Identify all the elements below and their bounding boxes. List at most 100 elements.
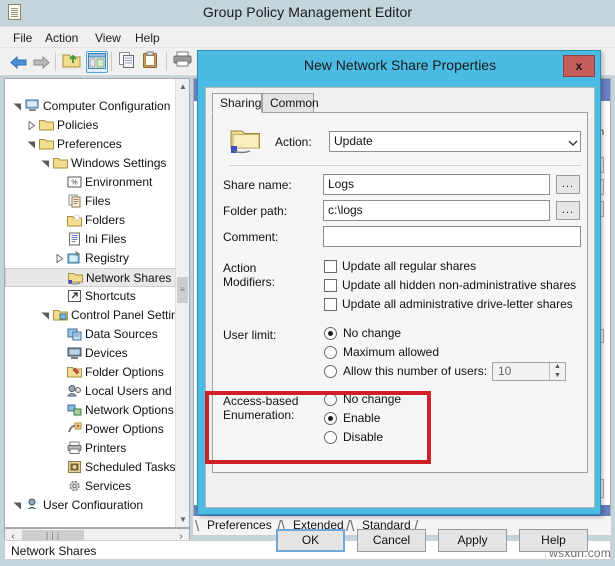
tree-item-services[interactable]: Services [5,477,177,496]
tab-preferences[interactable]: Preferences [207,518,272,532]
radio-abe-disable[interactable] [324,431,337,444]
copy-icon[interactable] [118,51,140,73]
back-arrow-icon[interactable] [10,56,26,68]
tree-item-local-users-and-groups[interactable]: Local Users and Groups [5,382,177,401]
toolbar-separator-1 [55,52,56,71]
tree-item-label: Folder Options [85,363,164,382]
apply-button[interactable]: Apply [438,529,507,552]
share-name-browse-button[interactable]: ... [556,175,580,194]
expander-right-icon[interactable] [55,254,64,263]
tree-item-preferences[interactable]: Preferences [5,135,177,154]
tree-vertical-scrollbar[interactable]: ▲ ≡ ▼ [175,79,189,527]
control-panel-icon [53,308,68,323]
tree-item-ini-files[interactable]: Ini Files [5,230,177,249]
print-icon[interactable] [173,51,195,73]
spinner-buttons[interactable]: ▲ ▼ [549,363,565,380]
tree-item-label: Policies [57,116,98,135]
toolbar-separator-2 [111,52,112,71]
scheduled-tasks-icon [67,460,82,475]
folder-path-browse-button[interactable]: ... [556,201,580,220]
tree-item-label: Ini Files [85,230,126,249]
navigation-tree[interactable]: Computer ConfigurationPoliciesPreference… [4,78,190,528]
tree-item-scheduled-tasks[interactable]: Scheduled Tasks [5,458,177,477]
tree-item-network-options[interactable]: Network Options [5,401,177,420]
share-name-input[interactable]: Logs [323,174,550,195]
window-title: Group Policy Management Editor [0,4,615,20]
menu-action[interactable]: Action [40,30,83,46]
radio-user-limit-no-change[interactable] [324,327,337,340]
up-folder-icon[interactable] [62,51,84,73]
shortcut-icon [67,289,82,304]
checkbox-update-hidden-shares[interactable] [324,279,337,292]
expander-down-icon[interactable] [13,102,22,111]
forward-arrow-icon[interactable] [32,56,48,68]
checkbox-update-regular-shares[interactable] [324,260,337,273]
cancel-button[interactable]: Cancel [357,529,426,552]
tree-item-power-options[interactable]: Power Options [5,420,177,439]
tree-item-devices[interactable]: Devices [5,344,177,363]
tree-item-environment[interactable]: %Environment [5,173,177,192]
expander-right-icon[interactable] [27,121,36,130]
user-limit-spinner[interactable]: 10 ▲ ▼ [492,362,566,381]
folder-path-input[interactable]: c:\logs [323,200,550,221]
printers-icon [67,441,82,456]
radio-abe-no-change[interactable] [324,393,337,406]
tree-item-network-shares[interactable]: Network Shares [5,268,177,287]
tree-item-files[interactable]: Files [5,192,177,211]
menu-view[interactable]: View [90,30,126,46]
tree-list: Computer ConfigurationPoliciesPreference… [5,97,177,509]
tree-item-label: Files [85,192,110,211]
action-label: Action: [275,135,312,149]
radio-abe-enable[interactable] [324,412,337,425]
computer-icon [25,99,40,114]
tree-item-policies[interactable]: Policies [5,116,177,135]
tree-item-windows-settings[interactable]: Windows Settings [5,154,177,173]
tree-item-registry[interactable]: Registry [5,249,177,268]
expander-down-icon[interactable] [27,140,36,149]
radio-user-limit-maximum[interactable] [324,346,337,359]
menu-file[interactable]: File [8,30,37,46]
expander-down-icon[interactable] [13,501,22,509]
spinner-down-icon[interactable]: ▼ [550,372,565,380]
tree-item-data-sources[interactable]: Data Sources [5,325,177,344]
tree-item-folder-options[interactable]: Folder Options [5,363,177,382]
checkbox-update-admin-shares[interactable] [324,298,337,311]
tree-item-control-panel-settings[interactable]: Control Panel Settings [5,306,177,325]
close-icon[interactable]: x [563,55,595,77]
tree-item-user-configuration[interactable]: User Configuration [5,496,177,509]
toolbar-separator-3 [166,52,167,71]
scroll-down-arrow[interactable]: ▼ [176,512,190,527]
folder-icon [53,156,68,171]
tree-item-label: User Configuration [43,496,143,509]
expander-down-icon[interactable] [41,159,50,168]
scroll-thumb[interactable]: ≡ [177,277,188,303]
tree-item-printers[interactable]: Printers [5,439,177,458]
registry-icon [67,251,82,266]
services-icon [67,479,82,494]
tree-item-shortcuts[interactable]: Shortcuts [5,287,177,306]
action-select[interactable]: Update [329,131,581,152]
radio-abe-enable-label: Enable [343,411,380,425]
spinner-up-icon[interactable]: ▲ [550,363,565,371]
devices-icon [67,346,82,361]
radio-user-limit-allow-number-label: Allow this number of users: [343,364,487,378]
tree-item-folders[interactable]: Folders [5,211,177,230]
user-limit-label: User limit: [223,328,276,342]
radio-user-limit-allow-number[interactable] [324,365,337,378]
sharing-tab-panel: Action: Update Share name: Logs ... Fold… [212,112,588,473]
folder-icon [39,137,54,152]
chevron-down-icon[interactable] [568,138,577,144]
ok-button[interactable]: OK [276,529,345,552]
tree-item-computer-configuration[interactable]: Computer Configuration [5,97,177,116]
scroll-up-arrow[interactable]: ▲ [176,79,190,94]
tab-sharing[interactable]: Sharing [212,93,262,113]
comment-input[interactable] [323,226,581,247]
paste-icon[interactable] [142,51,164,73]
tree-item-label: Folders [85,211,125,230]
help-button[interactable]: Help [519,529,588,552]
tree-item-label: Services [85,477,131,496]
menu-help[interactable]: Help [130,30,165,46]
expander-down-icon[interactable] [41,311,50,320]
tab-common[interactable]: Common [262,93,314,113]
show-hide-tree-icon[interactable] [86,51,108,73]
